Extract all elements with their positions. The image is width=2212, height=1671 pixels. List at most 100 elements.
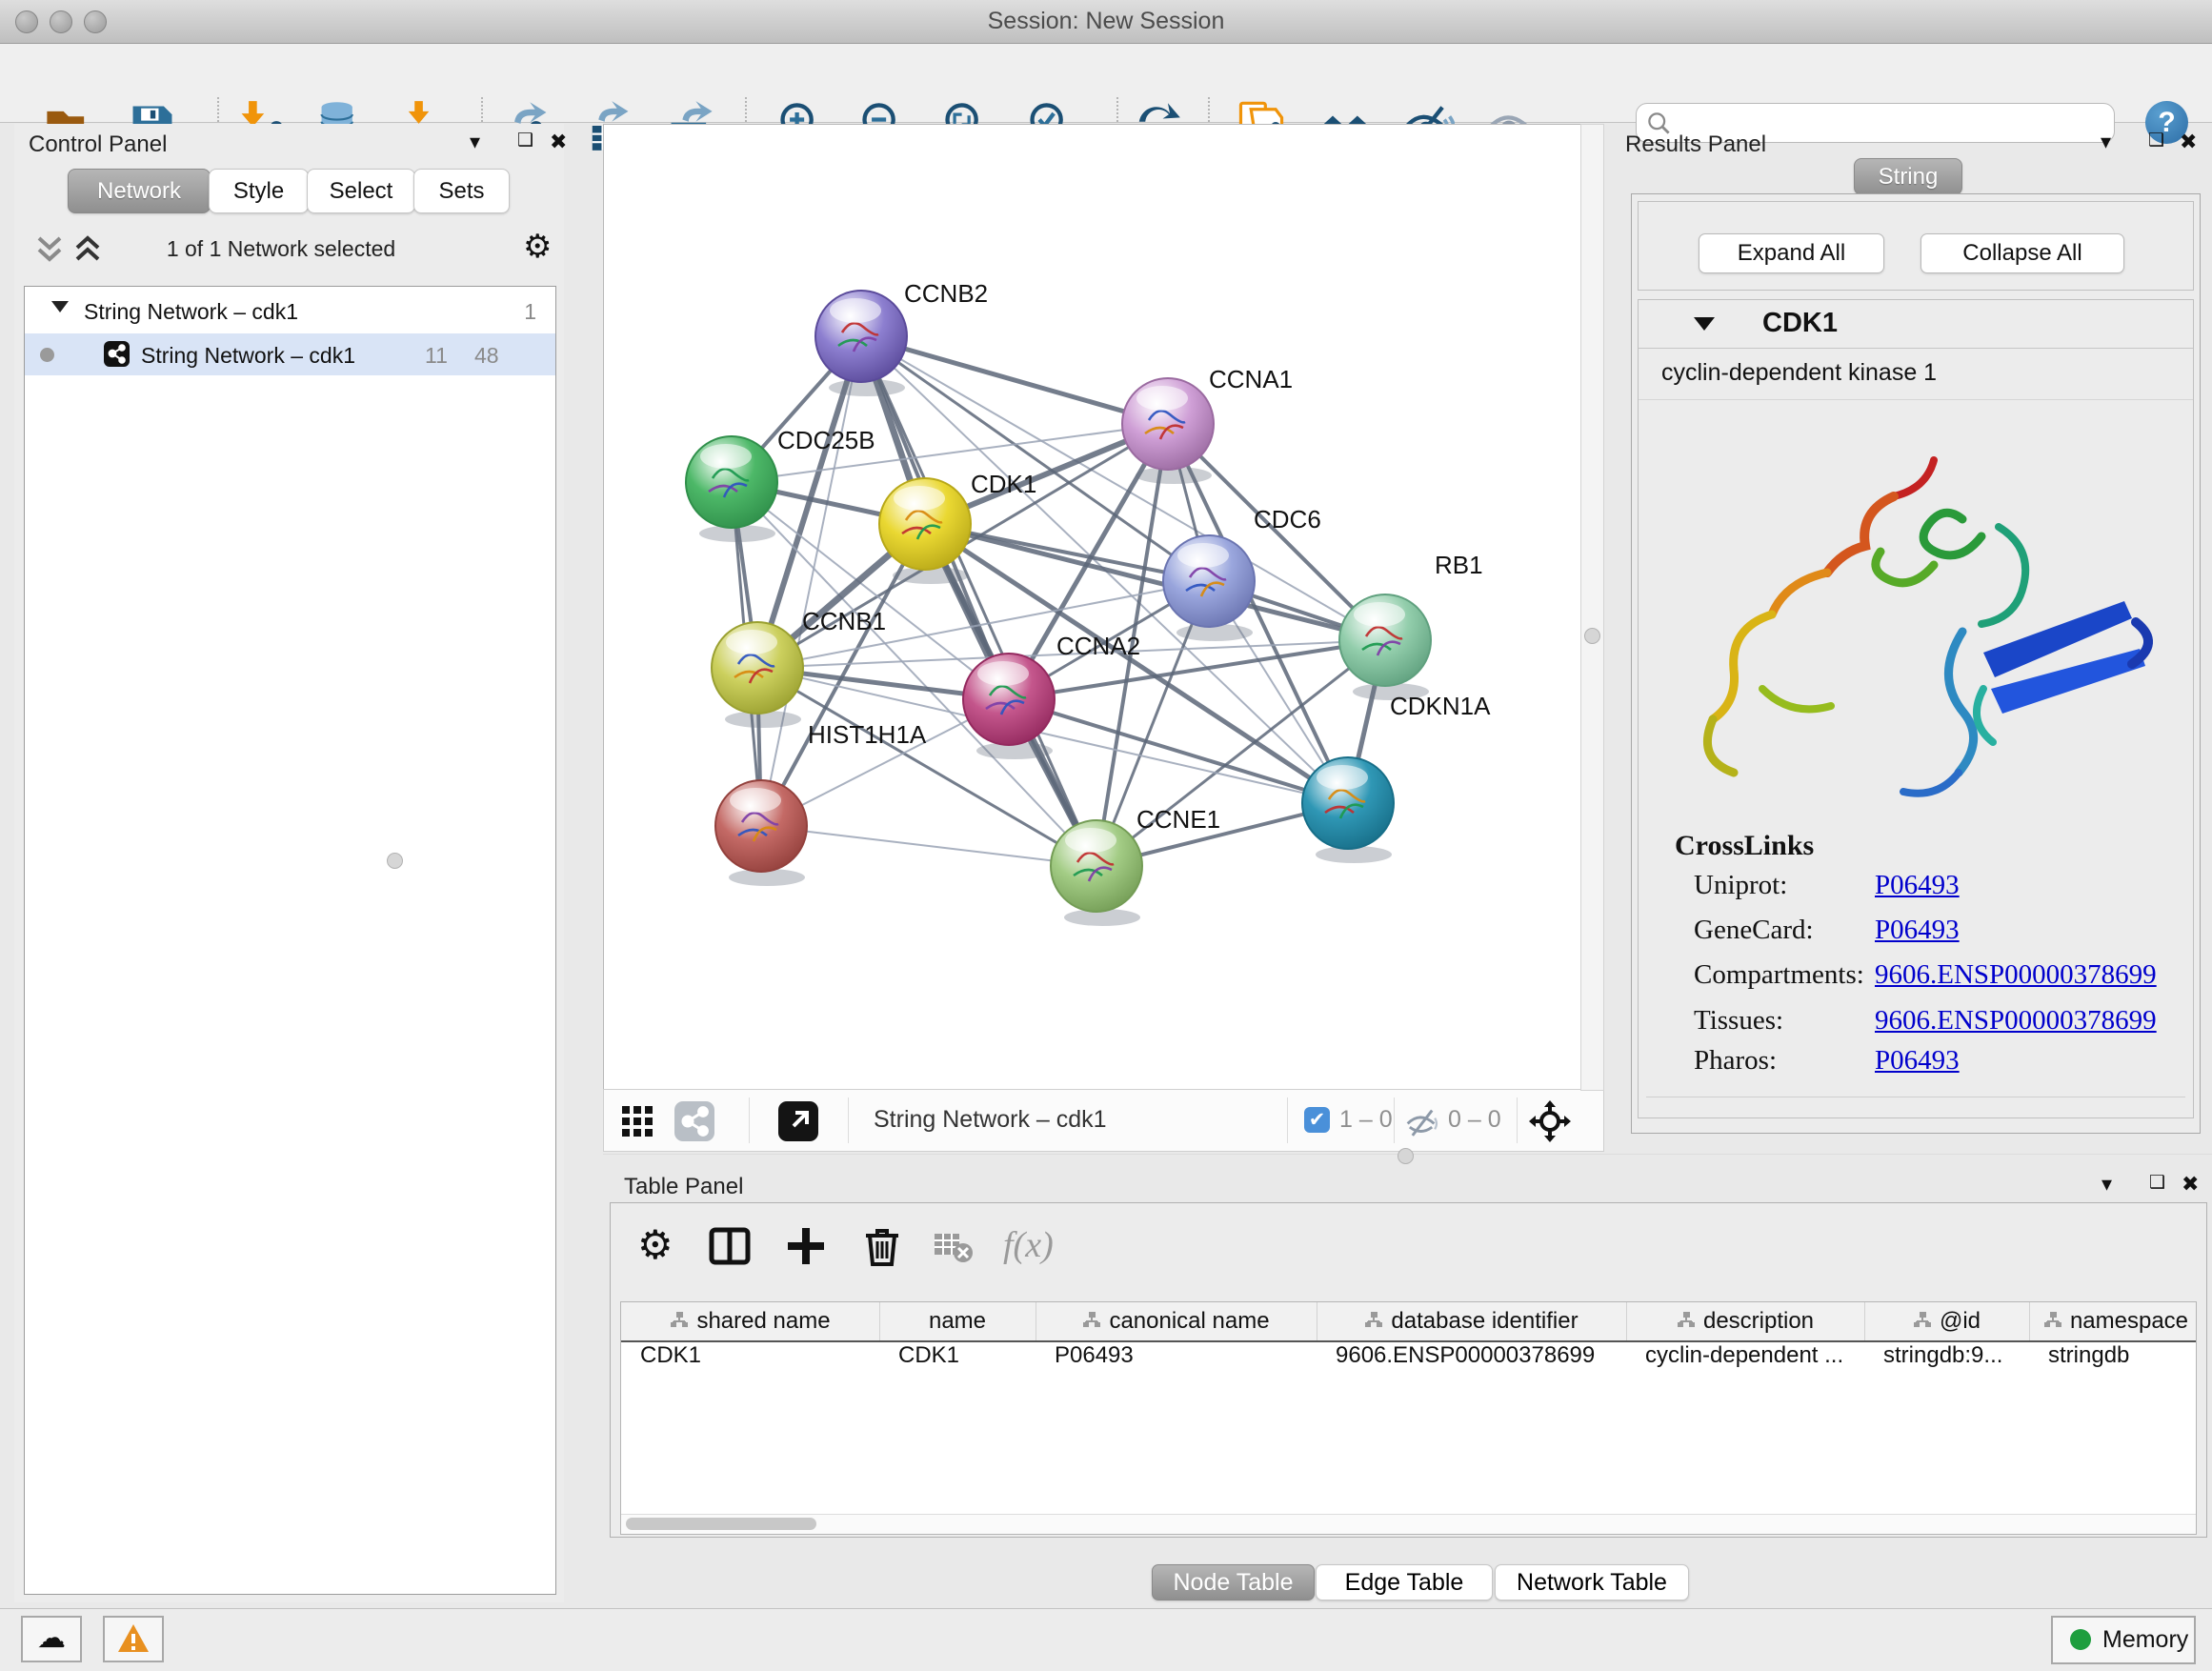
node-label-CDC6: CDC6 xyxy=(1254,505,1321,534)
network-node-CCNB2[interactable] xyxy=(815,291,907,396)
network-node-HIST1H1A[interactable] xyxy=(715,780,807,886)
edge-count: 48 xyxy=(474,343,499,369)
node-label-HIST1H1A: HIST1H1A xyxy=(808,720,927,749)
collapse-all-button[interactable]: Collapse All xyxy=(1920,233,2124,273)
crosslink-link[interactable]: P06493 xyxy=(1875,870,1960,901)
collapse-expand-icons[interactable] xyxy=(35,231,111,269)
panel-menu-icon[interactable]: ▾ xyxy=(2101,130,2111,154)
column-header-database-identifier[interactable]: database identifier xyxy=(1317,1302,1627,1340)
tab-network[interactable]: Network xyxy=(68,169,211,213)
splitter-handle[interactable] xyxy=(387,853,403,869)
column-header-canonical-name[interactable]: canonical name xyxy=(1036,1302,1317,1340)
node-label-CDC25B: CDC25B xyxy=(777,426,875,454)
table-horizontal-scrollbar[interactable] xyxy=(621,1514,2196,1534)
crosslink-link[interactable]: 9606.ENSP00000378699 xyxy=(1875,1005,2157,1037)
column-header--id[interactable]: @id xyxy=(1864,1302,2030,1340)
table-cell[interactable]: stringdb xyxy=(2029,1342,2197,1379)
network-options-gear-icon[interactable]: ⚙ xyxy=(523,231,552,263)
float-panel-icon[interactable]: ❑ xyxy=(517,130,533,151)
close-panel-icon[interactable]: ✖ xyxy=(2180,130,2197,154)
close-panel-icon[interactable]: ✖ xyxy=(550,130,567,154)
node-label-CCNE1: CCNE1 xyxy=(1136,805,1220,834)
network-label: String Network – cdk1 xyxy=(141,343,355,369)
panel-menu-icon[interactable]: ▾ xyxy=(2101,1172,2112,1197)
network-node-RB1[interactable] xyxy=(1339,594,1431,700)
toolbar-separator xyxy=(749,1097,750,1143)
tab-style[interactable]: Style xyxy=(209,169,309,213)
tab-network-table[interactable]: Network Table xyxy=(1495,1564,1689,1601)
warnings-button[interactable] xyxy=(103,1616,164,1662)
table-cell[interactable]: cyclin-dependent ... xyxy=(1626,1342,1864,1379)
column-header-description[interactable]: description xyxy=(1626,1302,1865,1340)
network-node-CDKN1A[interactable] xyxy=(1302,757,1394,863)
float-panel-icon[interactable]: ❑ xyxy=(2149,1172,2165,1194)
network-node-CCNB1[interactable] xyxy=(712,622,803,728)
memory-button[interactable]: Memory xyxy=(2051,1616,2196,1664)
table-panel: Table Panel ▾ ❑ ✖ ⚙ f(x) shared namename… xyxy=(603,1172,2212,1608)
grid-view-icon[interactable] xyxy=(620,1102,658,1140)
tab-string[interactable]: String xyxy=(1854,158,1962,195)
table-cell[interactable]: 9606.ENSP00000378699 xyxy=(1317,1342,1626,1379)
network-row-selected[interactable]: String Network – cdk1 11 48 xyxy=(25,333,555,375)
table-options-gear-icon[interactable]: ⚙ xyxy=(637,1224,681,1268)
selected-checkbox-icon[interactable]: ✔ xyxy=(1304,1107,1330,1133)
node-label-CCNB2: CCNB2 xyxy=(904,279,988,308)
table-cell[interactable]: stringdb:9... xyxy=(1864,1342,2029,1379)
crosslink-link[interactable]: P06493 xyxy=(1875,1045,1960,1077)
toolbar-separator xyxy=(1394,1097,1395,1143)
network-node-CCNA1[interactable] xyxy=(1122,378,1214,484)
panel-menu-icon[interactable]: ▾ xyxy=(470,130,480,154)
column-type-icon xyxy=(1364,1308,1383,1335)
expand-all-button[interactable]: Expand All xyxy=(1699,233,1884,273)
scrollbar-thumb[interactable] xyxy=(626,1518,816,1530)
toolbar-separator xyxy=(1287,1097,1288,1143)
vertical-splitter[interactable] xyxy=(1580,124,1604,1091)
splitter-handle[interactable] xyxy=(1398,1148,1414,1164)
table-cell[interactable]: CDK1 xyxy=(621,1342,879,1379)
show-columns-icon[interactable] xyxy=(708,1224,752,1268)
node-label-RB1: RB1 xyxy=(1435,551,1483,579)
gene-section: CDK1 cyclin-dependent kinase 1 xyxy=(1638,299,2194,1118)
tab-select[interactable]: Select xyxy=(307,169,415,213)
network-node-CDC6[interactable] xyxy=(1163,535,1255,641)
divider xyxy=(1639,348,2193,349)
control-panel-title: Control Panel xyxy=(29,131,167,158)
tab-edge-table[interactable]: Edge Table xyxy=(1316,1564,1493,1601)
table-cell[interactable]: P06493 xyxy=(1036,1342,1317,1379)
crosslink-link[interactable]: P06493 xyxy=(1875,915,1960,946)
delete-table-icon[interactable] xyxy=(931,1224,975,1268)
delete-column-icon[interactable] xyxy=(860,1224,904,1268)
column-header-shared-name[interactable]: shared name xyxy=(621,1302,880,1340)
network-canvas[interactable]: CCNB2CCNA1CDC25BCDK1CDC6RB1CCNB1CCNA2CDK… xyxy=(603,124,1582,1091)
title-bar: Session: New Session xyxy=(0,0,2212,44)
open-in-window-icon[interactable] xyxy=(778,1101,818,1141)
birdseye-share-icon[interactable] xyxy=(674,1101,714,1141)
navigator-crosshair-icon[interactable] xyxy=(1529,1100,1571,1142)
tab-node-table[interactable]: Node Table xyxy=(1152,1564,1315,1601)
table-cell[interactable]: CDK1 xyxy=(879,1342,1036,1379)
float-panel-icon[interactable]: ❑ xyxy=(2148,130,2164,151)
column-header-name[interactable]: name xyxy=(879,1302,1036,1340)
collection-count: 1 xyxy=(524,299,536,325)
tab-sets[interactable]: Sets xyxy=(413,169,510,213)
network-graph[interactable]: CCNB2CCNA1CDC25BCDK1CDC6RB1CCNB1CCNA2CDK… xyxy=(604,125,1581,1090)
crosslink-link[interactable]: 9606.ENSP00000378699 xyxy=(1875,959,2157,991)
function-builder-icon[interactable]: f(x) xyxy=(1003,1224,1047,1268)
node-label-CCNA1: CCNA1 xyxy=(1209,365,1293,393)
cloud-status-button[interactable]: ☁ xyxy=(21,1616,82,1662)
splitter-handle[interactable] xyxy=(1584,628,1600,644)
network-collection-row[interactable]: String Network – cdk1 1 xyxy=(25,292,555,333)
column-header-namespace[interactable]: namespace xyxy=(2029,1302,2197,1340)
add-column-icon[interactable] xyxy=(784,1224,828,1268)
network-node-CDC25B[interactable] xyxy=(686,436,777,542)
hidden-eye-icon[interactable] xyxy=(1404,1104,1440,1140)
column-type-icon xyxy=(1677,1308,1696,1335)
cloud-icon: ☁ xyxy=(37,1622,66,1654)
protein-structure-image xyxy=(1648,403,2182,822)
selected-node-edge-counter: 1 – 0 xyxy=(1339,1106,1393,1134)
collapse-arrow-icon[interactable] xyxy=(51,301,69,312)
close-panel-icon[interactable]: ✖ xyxy=(2182,1172,2199,1197)
collapse-arrow-icon[interactable] xyxy=(1694,317,1715,331)
network-node-CCNE1[interactable] xyxy=(1051,820,1142,926)
node-label-CDK1: CDK1 xyxy=(971,470,1036,498)
